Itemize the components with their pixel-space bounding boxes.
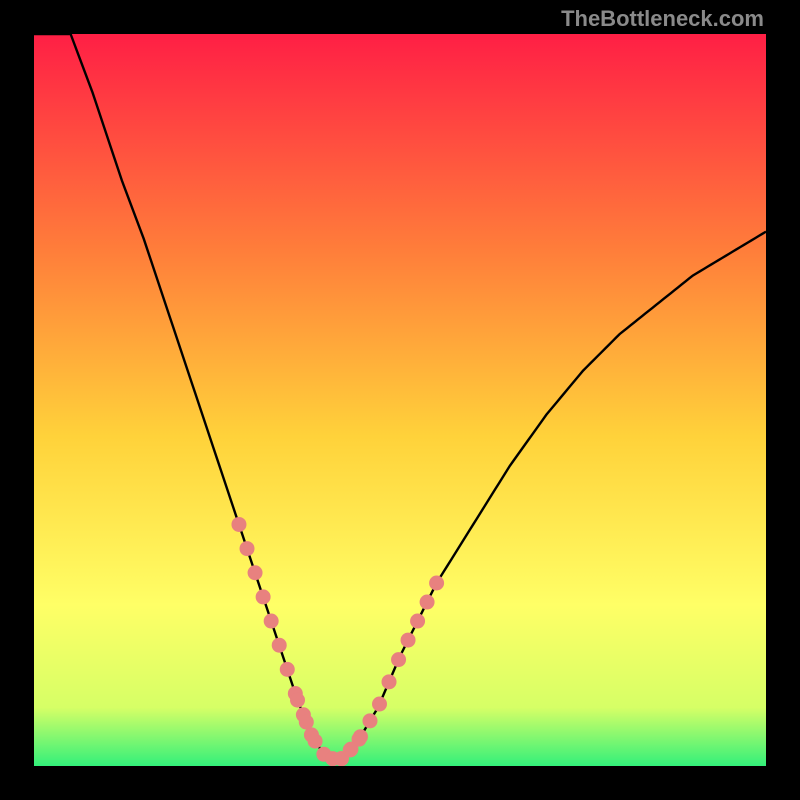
highlight-dot — [299, 715, 314, 730]
highlight-dot — [248, 565, 263, 580]
highlight-dot — [280, 662, 295, 677]
highlight-dot — [264, 614, 279, 629]
highlight-dot — [362, 713, 377, 728]
chart-svg — [0, 0, 800, 800]
highlight-dot — [382, 674, 397, 689]
highlight-dot — [231, 517, 246, 532]
highlight-dot — [272, 638, 287, 653]
highlight-dot — [372, 697, 387, 712]
figure-root: { "watermark": "TheBottleneck.com", "lay… — [0, 0, 800, 800]
highlight-dot — [420, 595, 435, 610]
watermark-text: TheBottleneck.com — [561, 6, 764, 32]
highlight-dot — [308, 734, 323, 749]
highlight-dot — [256, 589, 271, 604]
highlight-dot — [290, 693, 305, 708]
highlight-dot — [429, 576, 444, 591]
highlight-dot — [240, 541, 255, 556]
highlight-dot — [401, 633, 416, 648]
highlight-dot — [391, 652, 406, 667]
highlight-dot — [352, 732, 367, 747]
highlight-dot — [410, 614, 425, 629]
